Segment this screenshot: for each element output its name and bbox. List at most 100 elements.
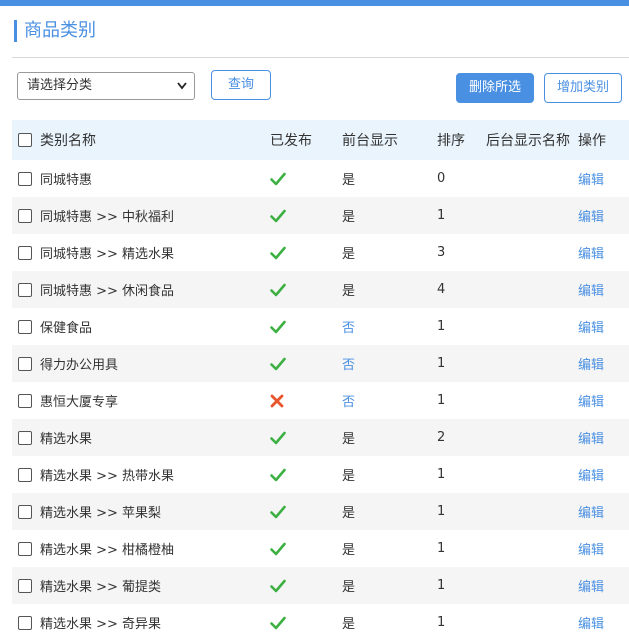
sort-value: 1 bbox=[437, 319, 446, 334]
edit-link[interactable]: 编辑 bbox=[578, 234, 604, 271]
category-select[interactable]: 请选择分类 bbox=[17, 72, 195, 100]
category-name: 同城特惠 >> 休闲食品 bbox=[40, 284, 175, 299]
top-accent-bar bbox=[0, 0, 629, 6]
edit-link[interactable]: 编辑 bbox=[578, 493, 604, 530]
delete-selected-button[interactable]: 删除所选 bbox=[456, 73, 534, 103]
front-display-value: 是 bbox=[342, 173, 356, 188]
check-icon bbox=[270, 271, 286, 308]
front-display-value: 是 bbox=[342, 617, 356, 632]
edit-link[interactable]: 编辑 bbox=[578, 604, 604, 641]
edit-link[interactable]: 编辑 bbox=[578, 271, 604, 308]
check-icon bbox=[270, 160, 286, 197]
table-row: 精选水果 >> 热带水果 是 1 编辑 bbox=[12, 456, 629, 493]
check-icon bbox=[270, 530, 286, 567]
category-name: 惠恒大厦专享 bbox=[40, 395, 119, 410]
table-row: 精选水果 >> 柑橘橙柚 是 1 编辑 bbox=[12, 530, 629, 567]
check-icon bbox=[270, 567, 286, 604]
sort-value: 1 bbox=[437, 467, 446, 482]
table-row: 得力办公用具 否 1 编辑 bbox=[12, 345, 629, 382]
row-checkbox[interactable] bbox=[18, 319, 32, 334]
check-icon bbox=[270, 308, 286, 345]
front-display-value: 是 bbox=[342, 543, 356, 558]
check-icon bbox=[270, 197, 286, 234]
sort-value: 1 bbox=[437, 578, 446, 593]
check-icon bbox=[270, 234, 286, 271]
check-icon bbox=[270, 604, 286, 641]
sort-value: 0 bbox=[437, 171, 446, 186]
category-name: 精选水果 >> 葡提类 bbox=[40, 580, 162, 595]
row-checkbox[interactable] bbox=[18, 430, 32, 445]
query-button[interactable]: 查询 bbox=[211, 70, 271, 100]
row-checkbox[interactable] bbox=[18, 282, 32, 297]
sort-value: 1 bbox=[437, 504, 446, 519]
front-display-value: 是 bbox=[342, 506, 356, 521]
table-row: 惠恒大厦专享 否 1 编辑 bbox=[12, 382, 629, 419]
row-checkbox[interactable] bbox=[18, 245, 32, 260]
sort-value: 2 bbox=[437, 430, 446, 445]
edit-link[interactable]: 编辑 bbox=[578, 419, 604, 456]
front-display-value: 是 bbox=[342, 469, 356, 484]
edit-link[interactable]: 编辑 bbox=[578, 530, 604, 567]
sort-value: 1 bbox=[437, 356, 446, 371]
category-name: 精选水果 >> 热带水果 bbox=[40, 469, 175, 484]
row-checkbox[interactable] bbox=[18, 467, 32, 482]
col-header-sort: 排序 bbox=[437, 133, 465, 149]
cross-icon bbox=[270, 382, 284, 419]
row-checkbox[interactable] bbox=[18, 393, 32, 408]
add-category-button[interactable]: 增加类别 bbox=[544, 73, 622, 103]
category-name: 保健食品 bbox=[40, 321, 93, 336]
col-header-front-display: 前台显示 bbox=[342, 133, 398, 149]
table-row: 精选水果 是 2 编辑 bbox=[12, 419, 629, 456]
check-icon bbox=[270, 493, 286, 530]
sort-value: 1 bbox=[437, 393, 446, 408]
category-name: 同城特惠 bbox=[40, 173, 93, 188]
table-row: 保健食品 否 1 编辑 bbox=[12, 308, 629, 345]
front-display-value: 否 bbox=[342, 321, 356, 336]
table-row: 精选水果 >> 葡提类 是 1 编辑 bbox=[12, 567, 629, 604]
select-all-checkbox[interactable] bbox=[18, 133, 32, 147]
table-header: 类别名称 已发布 前台显示 排序 后台显示名称 操作 bbox=[12, 120, 629, 160]
row-checkbox[interactable] bbox=[18, 171, 32, 186]
category-name: 得力办公用具 bbox=[40, 358, 119, 373]
category-name: 同城特惠 >> 中秋福利 bbox=[40, 210, 175, 225]
row-checkbox[interactable] bbox=[18, 541, 32, 556]
title-divider bbox=[12, 57, 629, 58]
check-icon bbox=[270, 419, 286, 456]
front-display-value: 否 bbox=[342, 358, 356, 373]
table-row: 同城特惠 >> 精选水果 是 3 编辑 bbox=[12, 234, 629, 271]
row-checkbox[interactable] bbox=[18, 356, 32, 371]
check-icon bbox=[270, 345, 286, 382]
check-icon bbox=[270, 456, 286, 493]
row-checkbox[interactable] bbox=[18, 208, 32, 223]
front-display-value: 是 bbox=[342, 580, 356, 595]
front-display-value: 是 bbox=[342, 284, 356, 299]
edit-link[interactable]: 编辑 bbox=[578, 308, 604, 345]
edit-link[interactable]: 编辑 bbox=[578, 456, 604, 493]
table-row: 精选水果 >> 奇异果 是 1 编辑 bbox=[12, 604, 629, 641]
sort-value: 1 bbox=[437, 615, 446, 630]
sort-value: 1 bbox=[437, 208, 446, 223]
sort-value: 1 bbox=[437, 541, 446, 556]
front-display-value: 是 bbox=[342, 210, 356, 225]
edit-link[interactable]: 编辑 bbox=[578, 345, 604, 382]
col-header-back-display-name: 后台显示名称 bbox=[486, 133, 570, 149]
row-checkbox[interactable] bbox=[18, 615, 32, 630]
edit-link[interactable]: 编辑 bbox=[578, 567, 604, 604]
edit-link[interactable]: 编辑 bbox=[578, 160, 604, 197]
row-checkbox[interactable] bbox=[18, 504, 32, 519]
sort-value: 4 bbox=[437, 282, 446, 297]
col-header-published: 已发布 bbox=[270, 133, 312, 149]
table-row: 精选水果 >> 苹果梨 是 1 编辑 bbox=[12, 493, 629, 530]
front-display-value: 是 bbox=[342, 432, 356, 447]
front-display-value: 是 bbox=[342, 247, 356, 262]
table-row: 同城特惠 是 0 编辑 bbox=[12, 160, 629, 197]
col-header-name: 类别名称 bbox=[40, 133, 96, 149]
table-row: 同城特惠 >> 休闲食品 是 4 编辑 bbox=[12, 271, 629, 308]
front-display-value: 否 bbox=[342, 395, 356, 410]
sort-value: 3 bbox=[437, 245, 446, 260]
edit-link[interactable]: 编辑 bbox=[578, 382, 604, 419]
col-header-operation: 操作 bbox=[578, 133, 606, 149]
edit-link[interactable]: 编辑 bbox=[578, 197, 604, 234]
category-name: 同城特惠 >> 精选水果 bbox=[40, 247, 175, 262]
row-checkbox[interactable] bbox=[18, 578, 32, 593]
